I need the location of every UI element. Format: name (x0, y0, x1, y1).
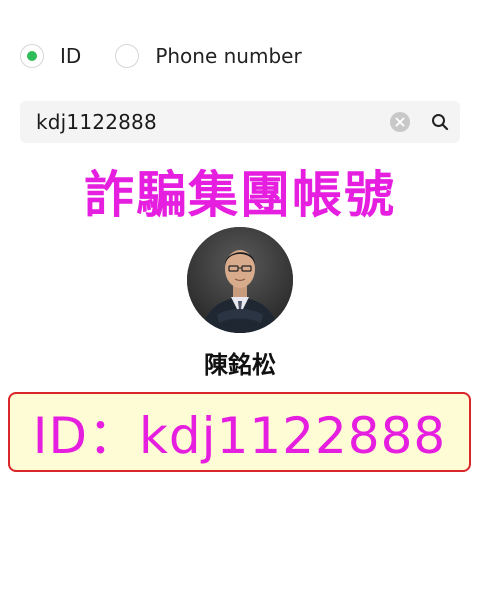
radio-selected-icon (20, 44, 44, 68)
search-icon[interactable] (430, 112, 450, 132)
clear-icon[interactable] (390, 112, 410, 132)
scam-warning-title: 詐騙集團帳號 (84, 166, 396, 224)
avatar[interactable] (187, 227, 293, 333)
radio-option-id[interactable]: ID (20, 44, 81, 68)
radio-label-phone-number: Phone number (155, 44, 302, 68)
search-type-selector: ID Phone number (20, 38, 302, 74)
radio-unselected-icon (115, 44, 140, 68)
scam-id-banner: ID：kdj1122888 (8, 392, 471, 472)
profile-name: 陳銘松 (204, 351, 276, 379)
radio-label-id: ID (60, 44, 82, 68)
search-field[interactable]: kdj1122888 (20, 101, 460, 143)
search-input-value[interactable]: kdj1122888 (36, 110, 390, 134)
scam-id-text: ID：kdj1122888 (32, 407, 447, 465)
radio-option-phone-number[interactable]: Phone number (115, 44, 302, 68)
